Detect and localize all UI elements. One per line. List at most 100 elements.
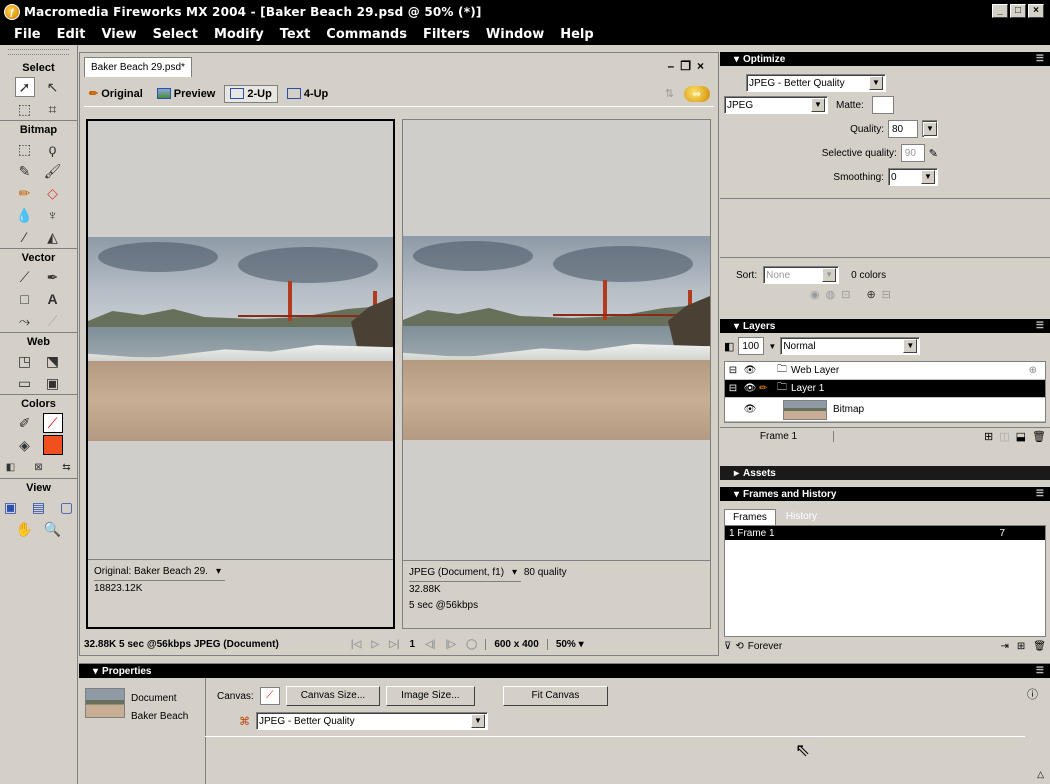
stop-icon[interactable]: ◯ (466, 639, 477, 650)
layer-row-layer1[interactable]: ⊟ 👁 ✏ 🗀 Layer 1 (725, 380, 1045, 398)
delete-frame-icon[interactable]: 🗑 (1033, 641, 1046, 652)
pencil-tool-icon[interactable]: ✏ (15, 183, 35, 203)
default-colors-icon[interactable]: ◧ (1, 457, 21, 477)
blur-tool-icon[interactable]: 💧 (15, 205, 35, 225)
menu-select[interactable]: Select (145, 27, 206, 42)
loop-setting[interactable]: Forever (748, 641, 782, 652)
show-slices-icon[interactable]: ▣ (43, 373, 63, 393)
add-mask-icon[interactable]: ◫ (999, 430, 1009, 443)
doc-minimize-icon[interactable]: – (668, 59, 681, 73)
hotspot-tool-icon[interactable]: ◳ (15, 351, 35, 371)
collapse-icon[interactable]: ⊟ (725, 365, 741, 376)
four-up-view-button[interactable]: 4-Up (282, 86, 333, 102)
fit-canvas-button[interactable]: Fit Canvas (502, 686, 609, 706)
new-frame-icon[interactable]: ⊞ (1017, 641, 1025, 652)
standard-screen-mode-icon[interactable]: ▣ (1, 497, 21, 517)
export-setting-select[interactable]: JPEG - Better Quality ▼ (256, 712, 488, 730)
original-pane-dropdown[interactable]: Original: Baker Beach 29. ▾ (94, 564, 225, 581)
lock-icon[interactable]: ⊕ (1029, 365, 1037, 376)
zoom-dropdown[interactable]: 50% ▾ (546, 638, 584, 650)
close-button[interactable]: × (1028, 4, 1044, 18)
menu-text[interactable]: Text (272, 27, 319, 42)
layer-row-web[interactable]: ⊟ 👁 🗀 Web Layer ⊕ (725, 362, 1045, 380)
preview-view-button[interactable]: Preview (152, 86, 221, 102)
format-select[interactable]: JPEG ▼ (724, 96, 828, 114)
current-frame-label[interactable]: Frame 1 (724, 431, 834, 442)
lasso-tool-icon[interactable]: ϙ (43, 139, 63, 159)
fireworks-app-icon[interactable]: ƒ (4, 4, 20, 20)
pointer-tool-icon[interactable]: ➚ (14, 77, 35, 97)
preview-in-browser-icon[interactable]: ⇅ (665, 87, 674, 100)
layer-opacity-input[interactable]: 100 (738, 337, 765, 355)
color-table[interactable] (720, 198, 1050, 258)
two-up-view-button[interactable]: 2-Up (224, 84, 278, 103)
brush-tool-icon[interactable]: 🖌 (43, 161, 63, 181)
frame-row[interactable]: 1 Frame 1 7 (725, 526, 1045, 540)
no-stroke-icon[interactable]: ⊠ (29, 457, 49, 477)
image-size-button[interactable]: Image Size... (386, 686, 475, 706)
stroke-color-icon[interactable]: ✐ (15, 413, 35, 433)
quality-slider-toggle[interactable]: ▼ (922, 120, 938, 138)
canvas-dimensions[interactable]: 600 x 400 (485, 638, 539, 650)
assets-panel-header[interactable]: ▸ Assets (720, 466, 1050, 480)
scale-tool-icon[interactable]: ⬚ (15, 99, 35, 119)
preview-format-dropdown[interactable]: JPEG (Document, f1) ▾ (409, 565, 522, 582)
optimize-panel-header[interactable]: ▾ Optimize ☰ (720, 52, 1050, 66)
delete-color-icon[interactable]: ⊟ (882, 288, 891, 301)
panel-options-icon[interactable]: ☰ (1036, 53, 1044, 64)
lock-color-icon[interactable]: ⊡ (841, 288, 850, 301)
menu-modify[interactable]: Modify (206, 27, 272, 42)
menu-edit[interactable]: Edit (49, 27, 94, 42)
magic-wand-tool-icon[interactable]: ✎ (15, 161, 35, 181)
first-frame-icon[interactable]: |◁ (351, 639, 362, 650)
collapse-icon[interactable]: ⊟ (725, 383, 741, 394)
doc-close-icon[interactable]: × (697, 59, 710, 73)
onion-skin-icon[interactable]: ⊽ (724, 641, 731, 652)
matte-color-swatch[interactable] (871, 96, 894, 114)
new-layer-icon[interactable]: ⬓ (1016, 430, 1026, 443)
snap-to-web-safe-icon[interactable]: ◍ (826, 288, 836, 301)
stroke-color-swatch[interactable]: ⟋ (42, 413, 63, 433)
menu-help[interactable]: Help (552, 27, 601, 42)
line-tool-icon[interactable]: ⟋ (15, 267, 35, 287)
smoothing-select[interactable]: 0 ▼ (888, 168, 938, 186)
properties-header[interactable]: ▾ Properties ☰ (79, 664, 1050, 678)
slice-tool-icon[interactable]: ⬔ (43, 351, 63, 371)
frame-delay[interactable]: 7 (999, 528, 1005, 539)
selective-quality-input[interactable]: 90 (900, 144, 925, 162)
preview-pane[interactable]: JPEG (Document, f1) ▾ 80 quality 32.88K 5… (402, 119, 711, 629)
full-screen-menus-mode-icon[interactable]: ▤ (29, 497, 49, 517)
layer-row-bitmap[interactable]: 👁 Bitmap (725, 398, 1045, 422)
tools-grip[interactable] (8, 49, 69, 55)
distribute-to-frames-icon[interactable]: ⇥ (1001, 641, 1009, 652)
rubber-stamp-tool-icon[interactable]: ♆ (43, 205, 63, 225)
pen-tool-icon[interactable]: ✒ (43, 267, 63, 287)
original-view-button[interactable]: ✏ Original (84, 85, 148, 102)
prev-frame-icon[interactable]: ◁| (425, 639, 436, 650)
panel-options-icon[interactable]: ☰ (1036, 665, 1044, 676)
marquee-tool-icon[interactable]: ⬚ (15, 139, 35, 159)
fill-color-swatch[interactable] (42, 435, 63, 455)
help-icon[interactable]: ⓘ (1027, 686, 1038, 702)
knife-tool-icon[interactable]: ⟋ (43, 311, 63, 331)
play-icon[interactable]: ▷ (371, 639, 379, 650)
canvas-size-button[interactable]: Canvas Size... (285, 686, 381, 706)
subselection-tool-icon[interactable]: ↖ (43, 77, 63, 97)
rectangle-tool-icon[interactable]: □ (15, 289, 35, 309)
eraser-tool-icon[interactable]: ◇ (43, 183, 63, 203)
frames-history-header[interactable]: ▾ Frames and History ☰ (720, 487, 1050, 501)
canvas-color-swatch[interactable]: ⟋ (259, 687, 280, 705)
sort-select[interactable]: None ▼ (763, 266, 840, 284)
hand-tool-icon[interactable]: ✋ (15, 519, 35, 539)
panel-options-icon[interactable]: ☰ (1036, 488, 1044, 499)
doc-restore-icon[interactable]: ❐ (680, 59, 697, 73)
menu-filters[interactable]: Filters (415, 27, 478, 42)
restore-button[interactable]: □ (1010, 4, 1026, 18)
opacity-slider-icon[interactable]: ▼ (768, 342, 776, 351)
original-pane[interactable]: Original: Baker Beach 29. ▾ 18823.12K (86, 119, 395, 629)
delete-layer-icon[interactable]: 🗑 (1032, 430, 1046, 443)
layers-panel-header[interactable]: ▾ Layers ☰ (720, 319, 1050, 333)
eye-icon[interactable]: 👁 (741, 404, 759, 415)
quality-input[interactable]: 80 (888, 120, 918, 138)
tab-frames[interactable]: Frames (724, 509, 776, 525)
